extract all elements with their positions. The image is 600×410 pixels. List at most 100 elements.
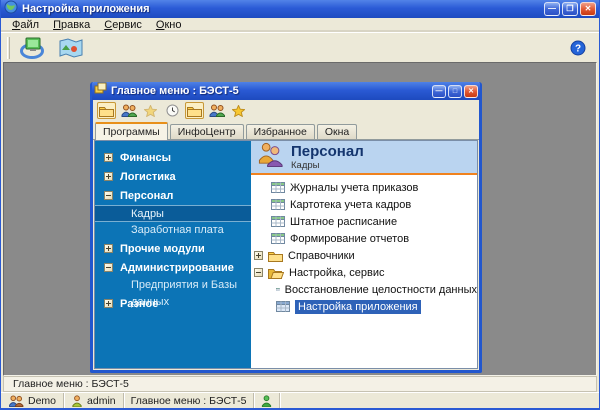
mdi-close-button[interactable]: ✕ [464, 85, 478, 98]
app-window: Настройка приложения — ❐ ✕ Файл Правка С… [0, 0, 600, 410]
status-window-label: Главное меню : БЭСТ-5 [131, 395, 247, 407]
sidebar-item-misc[interactable]: Разное [95, 294, 251, 313]
tree-item-selected[interactable]: Настройка приложения [251, 298, 477, 315]
tree-item-label: Формирование отчетов [290, 233, 409, 245]
table-icon [271, 199, 285, 210]
status-session [254, 393, 280, 408]
collapse-minus-icon[interactable] [104, 263, 113, 272]
sidebar-label: Разное [120, 298, 158, 310]
user-icon [71, 395, 83, 407]
status-company: Demo [1, 393, 64, 408]
tree-item[interactable]: Журналы учета приказов [251, 179, 477, 196]
folder-view2-icon[interactable] [185, 102, 204, 119]
menu-service[interactable]: Сервис [97, 19, 149, 31]
favorites-star2-icon[interactable] [229, 102, 248, 119]
expand-plus-icon[interactable] [104, 299, 113, 308]
mdi-minimize-button[interactable]: — [432, 85, 446, 98]
sidebar-item-kadry[interactable]: Кадры [95, 205, 251, 222]
mdi-tabstrip: Программы ИнфоЦентр Избранное Окна [93, 121, 479, 140]
sidebar-item-administration[interactable]: Администрирование [95, 258, 251, 277]
tab-infocenter[interactable]: ИнфоЦентр [170, 124, 244, 140]
map-icon[interactable] [56, 35, 86, 61]
svg-text:?: ? [575, 43, 581, 54]
folder-view-icon[interactable] [97, 102, 116, 119]
mdi-toolbar [93, 100, 479, 121]
expand-plus-icon[interactable] [104, 244, 113, 253]
module-sidebar: Финансы Логистика Персонал Кадры Заработ… [95, 141, 251, 368]
sidebar-item-logistics[interactable]: Логистика [95, 167, 251, 186]
users-view-icon[interactable] [119, 102, 138, 119]
mdi-client-area: Главное меню : БЭСТ-5 — □ ✕ [3, 62, 597, 376]
expand-plus-icon[interactable] [104, 172, 113, 181]
online-user-icon [261, 395, 272, 407]
collapse-minus-icon[interactable] [254, 268, 263, 277]
mdi-maximize-button[interactable]: □ [448, 85, 462, 98]
sidebar-label: Прочие модули [120, 243, 205, 255]
menu-edit[interactable]: Правка [46, 19, 97, 31]
expand-plus-icon[interactable] [104, 153, 113, 162]
tree-item-label: Журналы учета приказов [290, 182, 418, 194]
mdi-window-taskbar: Главное меню : БЭСТ-5 [3, 376, 597, 392]
status-bar: Demo admin Главное меню : БЭСТ-5 [1, 392, 599, 410]
status-active-window: Главное меню : БЭСТ-5 [124, 393, 255, 408]
mdi-window-main-menu: Главное меню : БЭСТ-5 — □ ✕ [90, 82, 482, 373]
sidebar-label: Логистика [120, 171, 176, 183]
sidebar-item-salary[interactable]: Заработная плата [95, 222, 251, 239]
tree-item[interactable]: Формирование отчетов [251, 230, 477, 247]
tree-item[interactable]: Восстановление целостности данных [251, 281, 477, 298]
tree-item-label: Настройка приложения [295, 300, 421, 314]
restore-button[interactable]: ❐ [562, 2, 578, 16]
tree-item[interactable]: Штатное расписание [251, 213, 477, 230]
panel-tree: Журналы учета приказов Картотека учета к… [251, 175, 477, 315]
table-icon [271, 182, 285, 193]
panel-header: Персонал Кадры [251, 141, 477, 175]
tree-item-label: Справочники [288, 250, 355, 262]
tab-programs[interactable]: Программы [95, 122, 168, 140]
panel-title: Персонал [291, 144, 364, 160]
sidebar-label: Персонал [120, 190, 173, 202]
folder-icon [268, 250, 283, 262]
menu-file[interactable]: Файл [5, 19, 46, 31]
minimize-button[interactable]: — [544, 2, 560, 16]
mdi-titlebar[interactable]: Главное меню : БЭСТ-5 — □ ✕ [92, 82, 480, 100]
mdi-window-icon [94, 82, 107, 100]
panel-subtitle: Кадры [291, 160, 364, 171]
help-icon[interactable]: ? [563, 35, 593, 61]
table-icon [276, 284, 280, 295]
folder-open-icon [268, 267, 284, 279]
menu-bar: Файл Правка Сервис Окно [1, 18, 599, 32]
tree-folder-settings-service[interactable]: Настройка, сервис [251, 264, 477, 281]
close-button[interactable]: ✕ [580, 2, 596, 16]
content-panel: Персонал Кадры Журналы учета приказов Ка… [251, 141, 477, 368]
system-monitor-icon[interactable] [18, 35, 48, 61]
tree-item[interactable]: Картотека учета кадров [251, 196, 477, 213]
table-icon [276, 301, 290, 312]
toolbar-grip [7, 37, 10, 59]
sidebar-item-other-modules[interactable]: Прочие модули [95, 239, 251, 258]
table-icon [271, 233, 285, 244]
users-view2-icon[interactable] [207, 102, 226, 119]
tree-folder-spravochniki[interactable]: Справочники [251, 247, 477, 264]
status-user: admin [64, 393, 124, 408]
sidebar-label: Финансы [120, 152, 171, 164]
window-title: Настройка приложения [22, 3, 540, 15]
tree-item-label: Настройка, сервис [289, 267, 385, 279]
favorites-star-icon[interactable] [141, 102, 160, 119]
people-group-icon [257, 141, 284, 173]
sidebar-item-finance[interactable]: Финансы [95, 148, 251, 167]
tab-windows[interactable]: Окна [317, 124, 357, 140]
expand-plus-icon[interactable] [254, 251, 263, 260]
sidebar-item-personnel[interactable]: Персонал [95, 186, 251, 205]
tree-item-label: Восстановление целостности данных [285, 284, 477, 296]
app-icon [4, 0, 18, 19]
sidebar-item-enterprises[interactable]: Предприятия и Базы данных [95, 277, 251, 294]
status-user-label: admin [87, 395, 116, 407]
tree-item-label: Картотека учета кадров [290, 199, 411, 211]
taskbar-window-button[interactable]: Главное меню : БЭСТ-5 [13, 378, 129, 390]
tree-item-label: Штатное расписание [290, 216, 397, 228]
mdi-window-title: Главное меню : БЭСТ-5 [111, 85, 428, 97]
tab-favorites[interactable]: Избранное [246, 124, 315, 140]
menu-window[interactable]: Окно [149, 19, 189, 31]
collapse-minus-icon[interactable] [104, 191, 113, 200]
history-clock-icon[interactable] [163, 102, 182, 119]
